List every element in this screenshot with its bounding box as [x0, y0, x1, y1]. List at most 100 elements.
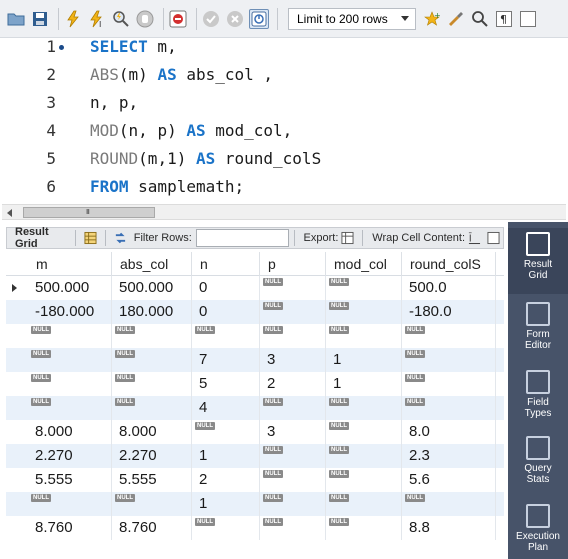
table-row[interactable]: NULL NULL 4 NULL NULL NULL — [6, 396, 504, 420]
table-cell[interactable]: 8.760 — [112, 516, 192, 540]
column-header-m[interactable]: m — [28, 252, 112, 276]
table-cell[interactable]: 4 — [192, 396, 260, 420]
invisible-chars-button[interactable]: ¶ — [494, 9, 514, 29]
table-cell[interactable]: NULL — [402, 396, 496, 420]
table-row[interactable]: 8.000 8.000 NULL 3 NULL 8.0 — [6, 420, 504, 444]
table-cell[interactable]: NULL — [112, 324, 192, 348]
table-cell[interactable]: NULL — [260, 324, 326, 348]
table-cell[interactable]: NULL — [112, 372, 192, 396]
table-cell[interactable]: NULL — [260, 516, 326, 540]
scrollbar-thumb[interactable]: III — [23, 207, 155, 218]
side-item-query[interactable]: Query Stats — [508, 432, 568, 494]
checkbox-icon[interactable] — [487, 231, 500, 245]
table-cell[interactable]: 500.0 — [402, 276, 496, 300]
table-row[interactable]: NULL NULL 1 NULL NULL NULL — [6, 492, 504, 516]
table-cell[interactable]: 0 — [192, 300, 260, 324]
side-item-field[interactable]: Field Types — [508, 366, 568, 426]
filter-arrows-icon[interactable] — [114, 231, 127, 245]
editor-horizontal-scrollbar[interactable]: III — [2, 204, 566, 220]
table-cell[interactable]: NULL — [260, 276, 326, 300]
beautify-button[interactable] — [446, 9, 466, 29]
table-cell[interactable]: NULL — [192, 420, 260, 444]
table-cell[interactable]: -180.0 — [402, 300, 496, 324]
table-cell[interactable]: NULL — [260, 492, 326, 516]
table-cell[interactable]: NULL — [260, 300, 326, 324]
column-header-p[interactable]: p — [260, 252, 326, 276]
table-cell[interactable]: NULL — [326, 420, 402, 444]
table-cell[interactable]: 1 — [192, 444, 260, 468]
column-header-abs-col[interactable]: abs_col — [112, 252, 192, 276]
table-row[interactable]: -180.000 180.000 0 NULL NULL -180.0 — [6, 300, 504, 324]
table-cell[interactable]: NULL — [192, 324, 260, 348]
table-row[interactable]: NULL NULL 5 2 1 NULL — [6, 372, 504, 396]
table-cell[interactable]: 2.270 — [28, 444, 112, 468]
table-cell[interactable]: NULL — [326, 516, 402, 540]
table-cell[interactable]: 2.3 — [402, 444, 496, 468]
table-cell[interactable]: 0 — [192, 276, 260, 300]
table-cell[interactable]: NULL — [402, 492, 496, 516]
wrap-lines-button[interactable] — [518, 9, 538, 29]
table-cell[interactable]: 1 — [326, 348, 402, 372]
table-cell[interactable]: 5.6 — [402, 468, 496, 492]
table-cell[interactable]: 3 — [260, 420, 326, 444]
table-cell[interactable]: NULL — [112, 348, 192, 372]
table-cell[interactable]: 8.000 — [112, 420, 192, 444]
add-snippet-button[interactable]: + — [422, 9, 442, 29]
column-header-n[interactable]: n — [192, 252, 260, 276]
table-cell[interactable]: 8.0 — [402, 420, 496, 444]
table-cell[interactable]: 7 — [192, 348, 260, 372]
limit-rows-select[interactable]: Limit to 200 rows — [288, 7, 416, 30]
table-cell[interactable]: NULL — [326, 324, 402, 348]
explain-button[interactable] — [111, 9, 131, 29]
table-cell[interactable]: NULL — [326, 300, 402, 324]
save-button[interactable] — [30, 9, 50, 29]
table-cell[interactable]: 8.8 — [402, 516, 496, 540]
autocommit-toggle[interactable] — [249, 8, 269, 29]
table-cell[interactable]: 2 — [192, 468, 260, 492]
table-cell[interactable]: NULL — [326, 396, 402, 420]
table-cell[interactable]: 1 — [326, 372, 402, 396]
table-cell[interactable]: NULL — [28, 492, 112, 516]
editor-line[interactable]: 6 FROM samplemath; — [0, 173, 568, 201]
table-cell[interactable]: NULL — [326, 492, 402, 516]
table-row[interactable]: 8.760 8.760 NULL NULL NULL 8.8 — [6, 516, 504, 540]
table-cell[interactable]: NULL — [28, 324, 112, 348]
table-cell[interactable]: NULL — [260, 396, 326, 420]
result-grid[interactable]: m abs_col n p mod_col round_colS 500.000 500.0… — [6, 252, 504, 559]
export-icon[interactable] — [341, 231, 354, 245]
table-cell[interactable]: NULL — [326, 468, 402, 492]
column-header-round-cols[interactable]: round_colS — [402, 252, 496, 276]
execute-current-button[interactable]: I — [87, 9, 107, 29]
table-cell[interactable]: 1 — [192, 492, 260, 516]
table-cell[interactable]: NULL — [402, 348, 496, 372]
find-button[interactable] — [470, 9, 490, 29]
editor-line[interactable]: 3 n, p, — [0, 89, 568, 117]
table-cell[interactable]: NULL — [402, 372, 496, 396]
scroll-left-icon[interactable] — [7, 209, 12, 217]
table-cell[interactable]: 2 — [260, 372, 326, 396]
commit-button[interactable] — [201, 9, 221, 29]
table-cell[interactable]: 500.000 — [28, 276, 112, 300]
table-row[interactable]: 2.270 2.270 1 NULL NULL 2.3 — [6, 444, 504, 468]
stop-button[interactable] — [135, 9, 155, 29]
table-cell[interactable]: 3 — [260, 348, 326, 372]
table-cell[interactable]: -180.000 — [28, 300, 112, 324]
table-cell[interactable]: 5.555 — [112, 468, 192, 492]
table-cell[interactable]: NULL — [112, 396, 192, 420]
editor-line[interactable]: 5 ROUND(m,1) AS round_colS — [0, 145, 568, 173]
table-row[interactable]: 5.555 5.555 2 NULL NULL 5.6 — [6, 468, 504, 492]
rollback-button[interactable] — [225, 9, 245, 29]
table-cell[interactable]: 8.760 — [28, 516, 112, 540]
filter-rows-input[interactable] — [195, 229, 289, 247]
table-cell[interactable]: 8.000 — [28, 420, 112, 444]
execute-button[interactable] — [63, 9, 83, 29]
table-cell[interactable]: 2.270 — [112, 444, 192, 468]
toggle-error-button[interactable] — [168, 9, 188, 29]
table-cell[interactable]: NULL — [402, 324, 496, 348]
table-row[interactable]: 500.000 500.000 0 NULL NULL 500.0 — [6, 276, 504, 300]
table-cell[interactable]: NULL — [326, 444, 402, 468]
editor-line[interactable]: 2 ABS(m) AS abs_col , — [0, 61, 568, 89]
table-cell[interactable]: NULL — [260, 468, 326, 492]
table-cell[interactable]: NULL — [28, 348, 112, 372]
table-cell[interactable]: NULL — [28, 372, 112, 396]
